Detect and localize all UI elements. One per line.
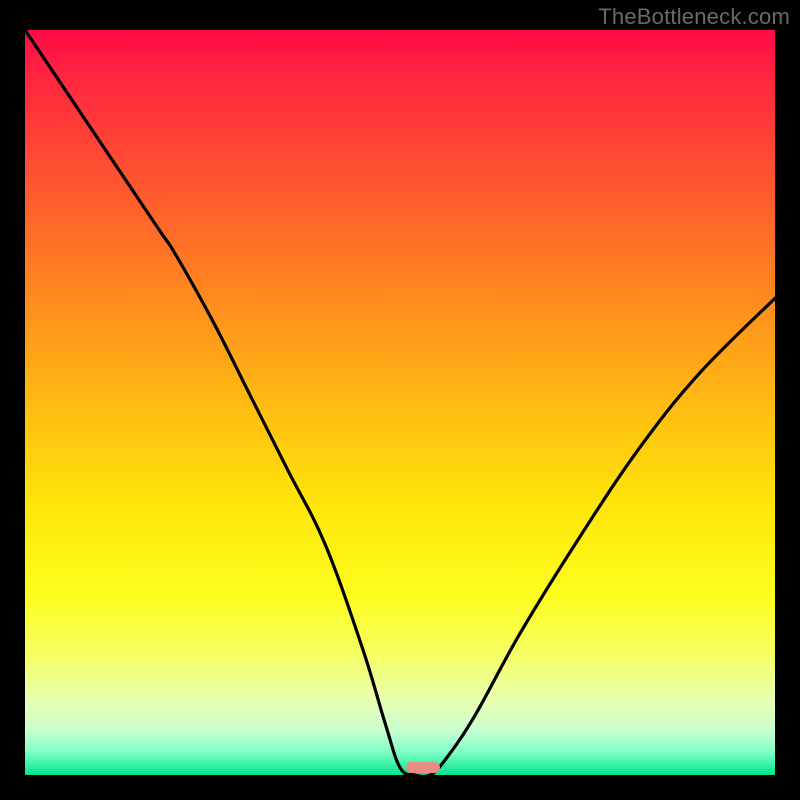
plot-area — [25, 30, 775, 775]
watermark-text: TheBottleneck.com — [598, 4, 790, 30]
minimum-marker — [406, 762, 440, 773]
curve-path — [25, 30, 775, 775]
bottleneck-curve — [25, 30, 775, 775]
chart-frame: TheBottleneck.com — [0, 0, 800, 800]
